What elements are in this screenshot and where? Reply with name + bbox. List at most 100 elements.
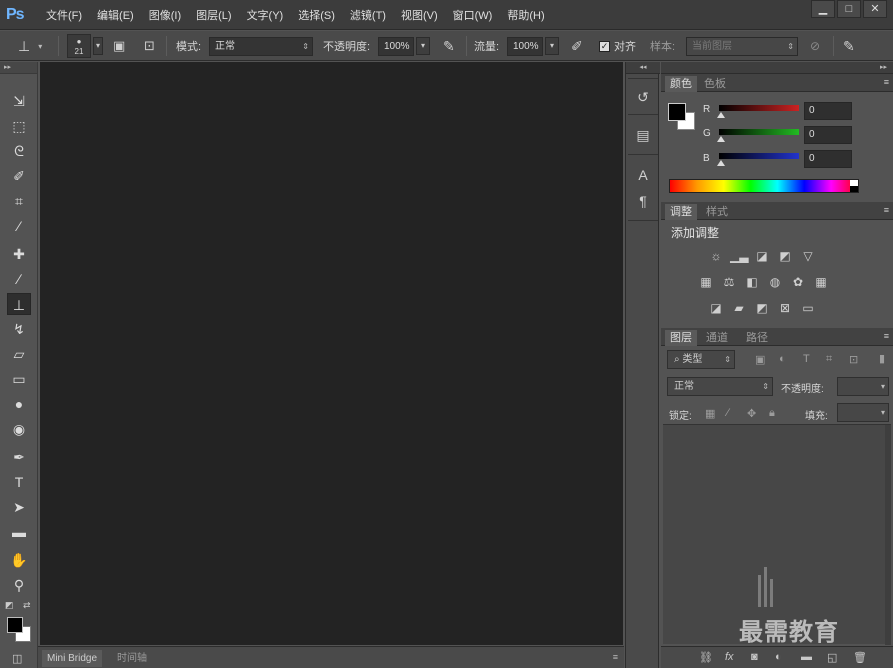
- color-panel-foreground-swatch[interactable]: [668, 103, 686, 121]
- filter-toggle-icon[interactable]: ▮: [879, 352, 885, 365]
- tab-styles[interactable]: 样式: [701, 204, 733, 220]
- properties-panel-icon[interactable]: ▤: [631, 124, 655, 146]
- menu-filter[interactable]: 滤镜(T): [350, 7, 386, 23]
- pressure-opacity-button[interactable]: ✎: [443, 31, 455, 61]
- canvas-area[interactable]: [40, 62, 623, 645]
- delete-layer-icon[interactable]: 🗑︎: [853, 651, 867, 664]
- minimize-button[interactable]: ▁: [811, 0, 835, 18]
- green-slider-thumb[interactable]: [717, 136, 725, 142]
- filter-pixel-icon[interactable]: ▣: [755, 353, 765, 366]
- link-layers-icon[interactable]: ⛓: [699, 651, 713, 664]
- menu-type[interactable]: 文字(Y): [247, 7, 284, 23]
- path-select-tool-icon[interactable]: ➤: [7, 496, 31, 518]
- healing-brush-tool-icon[interactable]: ✚: [7, 243, 31, 265]
- red-value-input[interactable]: 0: [804, 102, 852, 120]
- flow-dropdown[interactable]: ▾: [545, 37, 559, 55]
- lasso-tool-icon[interactable]: ᘓ: [7, 140, 31, 162]
- menu-help[interactable]: 帮助(H): [507, 7, 544, 23]
- tab-color[interactable]: 颜色: [665, 76, 697, 92]
- opacity-dropdown[interactable]: ▾: [416, 37, 430, 55]
- flow-input[interactable]: 100% ▾: [507, 31, 559, 61]
- move-tool-icon[interactable]: ⇲: [7, 90, 31, 112]
- hand-tool-icon[interactable]: ✋: [7, 549, 31, 571]
- lock-image-icon[interactable]: ∕: [727, 407, 729, 419]
- quick-mask-icon[interactable]: ◫: [12, 652, 22, 665]
- menu-window[interactable]: 窗口(W): [453, 7, 493, 23]
- panel-menu-icon[interactable]: ≡: [613, 652, 618, 662]
- blue-slider-thumb[interactable]: [717, 160, 725, 166]
- new-layer-icon[interactable]: ◱: [827, 651, 837, 664]
- color-lookup-icon[interactable]: ▦: [812, 274, 830, 290]
- posterize-icon[interactable]: ▰: [730, 300, 748, 316]
- photo-filter-icon[interactable]: ◍: [766, 274, 784, 290]
- filter-type-icon[interactable]: T: [803, 353, 810, 365]
- hue-saturation-icon[interactable]: ▦: [697, 274, 715, 290]
- brush-preset-picker[interactable]: ● 21 ▾: [67, 31, 103, 61]
- crop-tool-icon[interactable]: ⌗: [7, 190, 31, 212]
- exposure-icon[interactable]: ◩: [776, 248, 794, 264]
- airbrush-button[interactable]: ✐: [571, 31, 583, 61]
- toggle-brush-panel-button[interactable]: ▣: [113, 31, 125, 61]
- lock-all-icon[interactable]: 🔒︎: [769, 407, 775, 420]
- channel-mixer-icon[interactable]: ✿: [789, 274, 807, 290]
- color-balance-icon[interactable]: ⚖: [720, 274, 738, 290]
- blue-slider[interactable]: [719, 153, 799, 159]
- menu-file[interactable]: 文件(F): [46, 7, 82, 23]
- history-brush-tool-icon[interactable]: ↯: [7, 318, 31, 340]
- tool-preset-picker[interactable]: ⊥ ▾: [18, 31, 42, 61]
- opacity-input[interactable]: 100% ▾: [378, 31, 430, 61]
- brightness-contrast-icon[interactable]: ☼: [707, 248, 725, 264]
- filter-smart-icon[interactable]: ⊡: [849, 353, 858, 366]
- panel-menu-icon[interactable]: ≡: [884, 205, 889, 215]
- marquee-tool-icon[interactable]: ⬚: [7, 115, 31, 137]
- levels-icon[interactable]: ▁▃: [730, 248, 748, 264]
- zoom-tool-icon[interactable]: ⚲: [7, 574, 31, 596]
- filter-shape-icon[interactable]: ⌗: [826, 353, 832, 366]
- gradient-tool-icon[interactable]: ▭: [7, 368, 31, 390]
- align-checkbox[interactable]: ✓ 对齐: [599, 31, 636, 61]
- pressure-size-button[interactable]: ✎: [843, 31, 855, 61]
- menu-image[interactable]: 图像(I): [149, 7, 181, 23]
- layer-style-icon[interactable]: fx: [725, 651, 734, 663]
- ignore-adjustment-layers-button[interactable]: ⊘: [810, 31, 820, 61]
- brush-tool-icon[interactable]: ∕: [7, 268, 31, 290]
- layer-opacity-input[interactable]: ▾: [837, 377, 889, 396]
- gradient-map-icon[interactable]: ▭: [799, 300, 817, 316]
- tab-channels[interactable]: 通道: [701, 330, 733, 346]
- layers-scrollbar[interactable]: [885, 425, 891, 645]
- pen-tool-icon[interactable]: ✒: [7, 446, 31, 468]
- invert-icon[interactable]: ◪: [707, 300, 725, 316]
- tab-mini-bridge[interactable]: Mini Bridge: [42, 650, 103, 667]
- swap-colors-icon[interactable]: ⇄: [23, 600, 31, 611]
- mode-select[interactable]: 正常 ⇕: [209, 31, 313, 61]
- toolbar-collapse[interactable]: ▸▸: [0, 62, 37, 74]
- sample-select[interactable]: 当前图层 ⇕: [686, 31, 798, 61]
- tab-paths[interactable]: 路径: [741, 330, 773, 346]
- toggle-clone-source-button[interactable]: ⊡: [144, 31, 155, 61]
- dodge-tool-icon[interactable]: ◉: [7, 418, 31, 440]
- panel-menu-icon[interactable]: ≡: [884, 77, 889, 87]
- green-slider[interactable]: [719, 129, 799, 135]
- brush-dropdown[interactable]: ▾: [93, 37, 103, 55]
- panel-menu-icon[interactable]: ≡: [884, 331, 889, 341]
- clone-stamp-tool-icon[interactable]: ⊥: [7, 293, 31, 315]
- red-slider[interactable]: [719, 105, 799, 111]
- filter-adjust-icon[interactable]: ◐: [779, 353, 786, 365]
- blend-mode-select[interactable]: 正常 ⇕: [667, 377, 773, 396]
- new-group-icon[interactable]: ▬: [801, 651, 812, 663]
- menu-edit[interactable]: 编辑(E): [97, 7, 134, 23]
- color-spectrum-ramp[interactable]: [669, 179, 859, 193]
- lock-position-icon[interactable]: ✥: [747, 407, 756, 420]
- close-button[interactable]: ✕: [863, 0, 887, 18]
- paragraph-panel-icon[interactable]: ¶: [631, 190, 655, 212]
- blue-value-input[interactable]: 0: [804, 150, 852, 168]
- tab-timeline[interactable]: 时间轴: [112, 650, 152, 667]
- eyedropper-tool-icon[interactable]: ⁄: [7, 215, 31, 237]
- curves-icon[interactable]: ◪: [753, 248, 771, 264]
- history-panel-icon[interactable]: ↺: [631, 86, 655, 108]
- rectangle-tool-icon[interactable]: ▬: [7, 521, 31, 543]
- bw-ramp[interactable]: [850, 180, 858, 192]
- foreground-color-swatch[interactable]: [7, 617, 23, 633]
- menu-layer[interactable]: 图层(L): [196, 7, 231, 23]
- eraser-tool-icon[interactable]: ▱: [7, 343, 31, 365]
